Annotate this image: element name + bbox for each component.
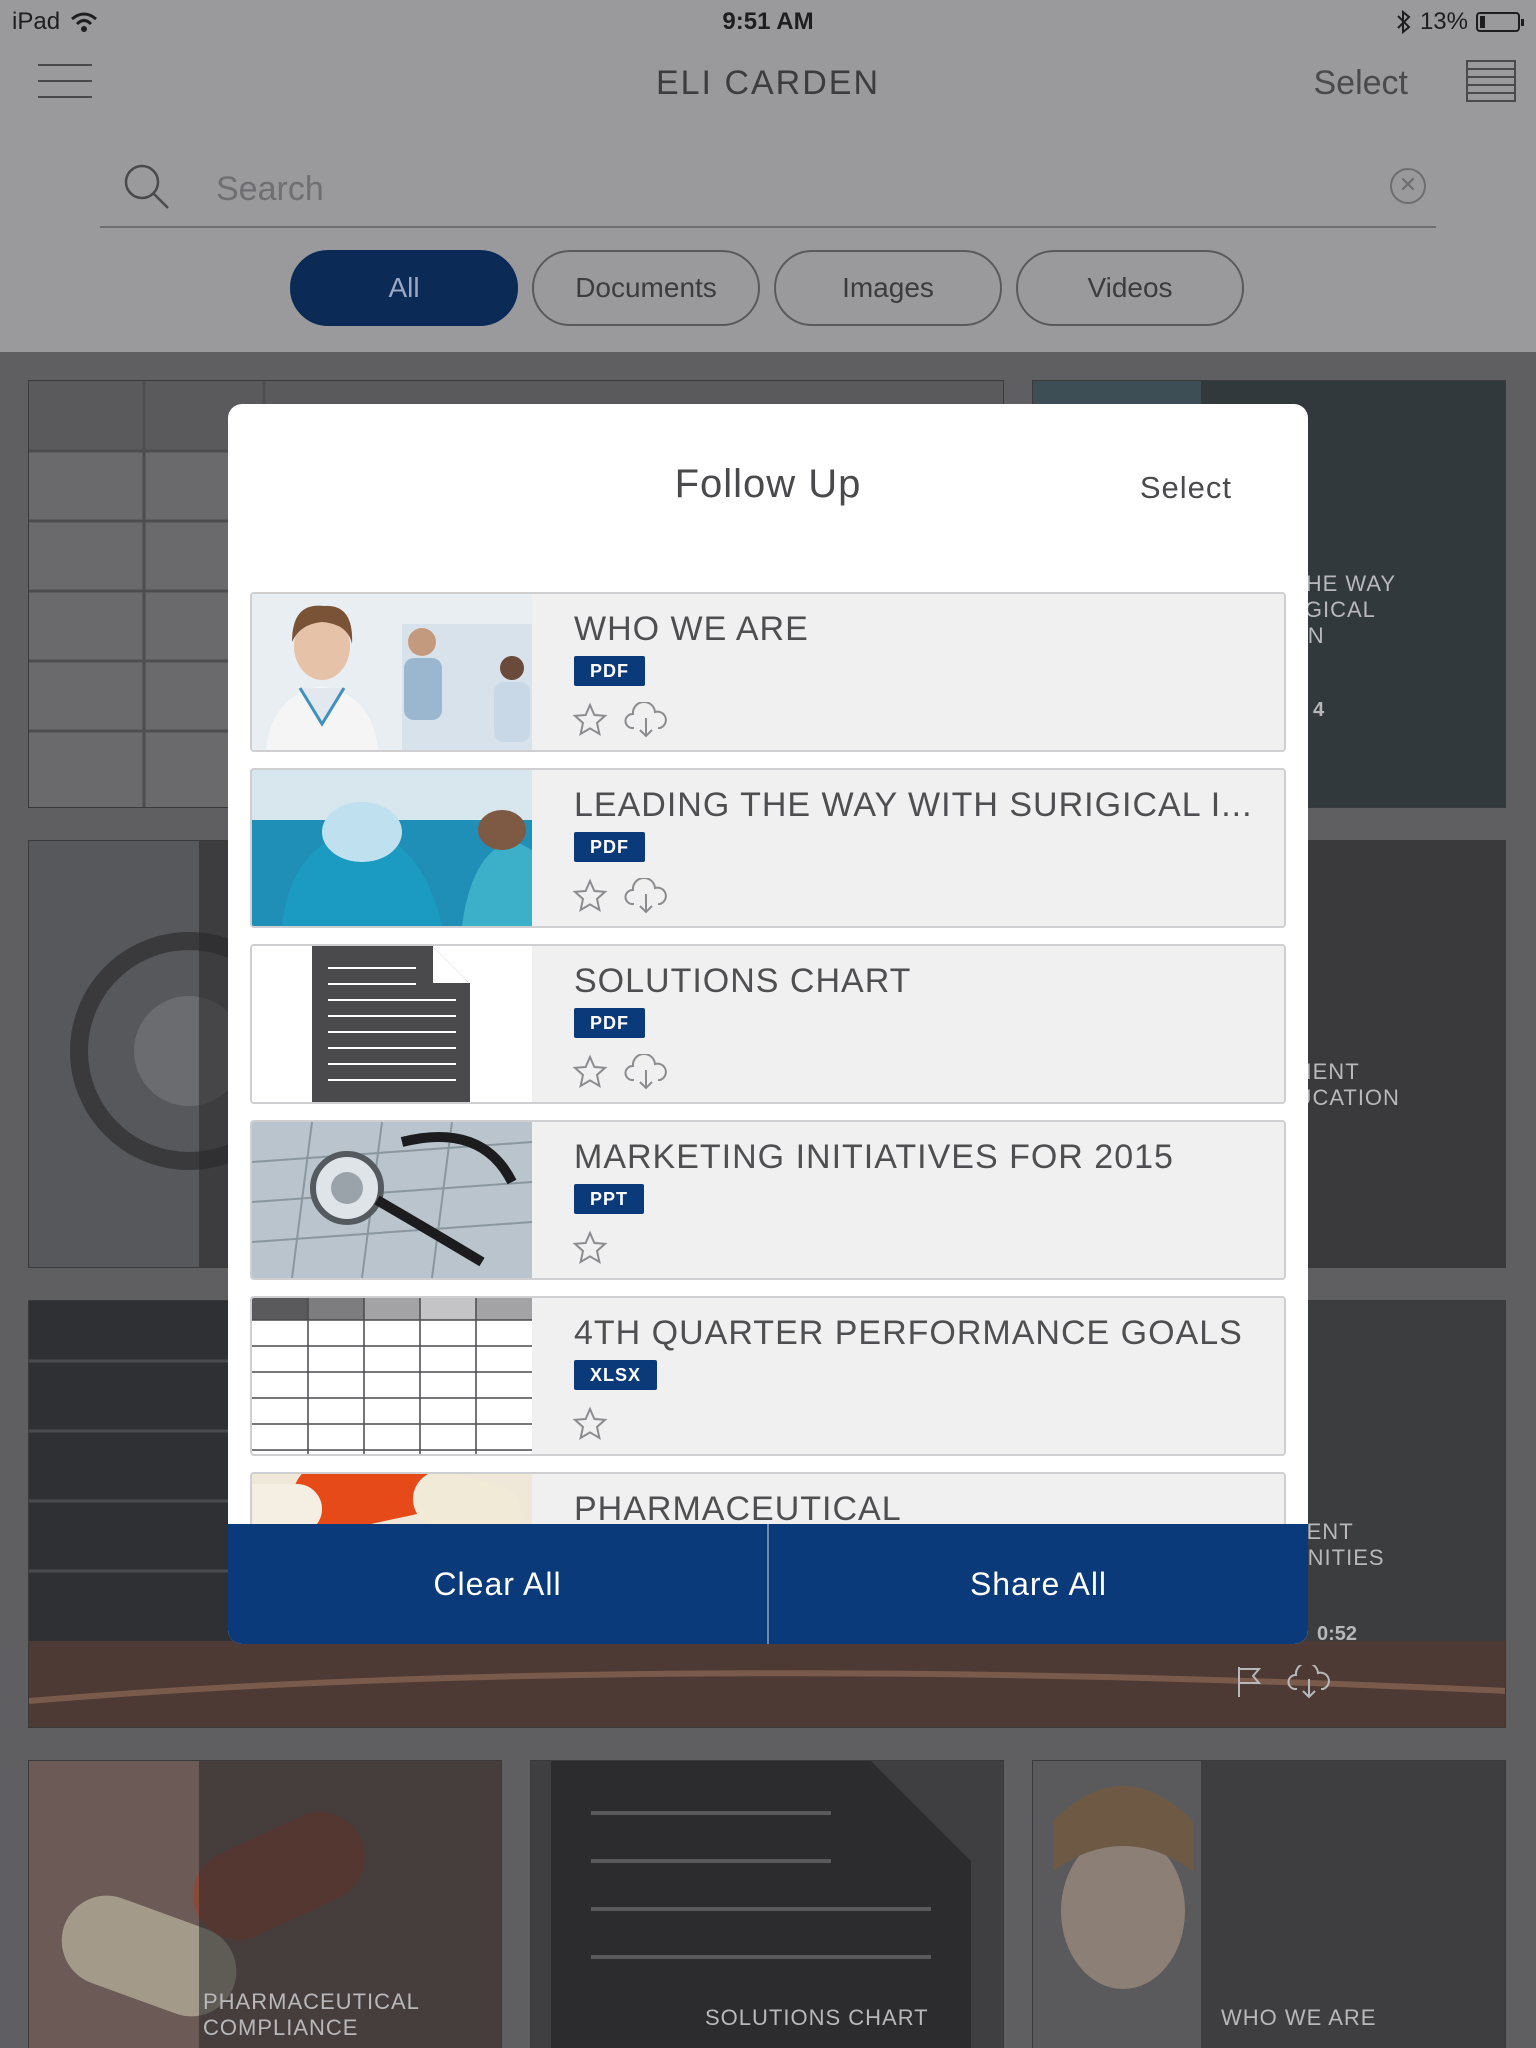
file-type-badge: PDF	[574, 832, 645, 862]
tile-label: PHARMACEUTICAL COMPLIANCE	[203, 1989, 420, 2040]
tile-pharmaceutical[interactable]: PHARMACEUTICAL COMPLIANCE	[28, 1760, 502, 2048]
list-item[interactable]: MARKETING INITIATIVES FOR 2015 PPT	[250, 1120, 1286, 1280]
page-title: ELI CARDEN	[655, 64, 881, 102]
file-type-badge: PPT	[574, 1184, 645, 1214]
modal-footer: Clear All Share All	[228, 1524, 1308, 1644]
list-item[interactable]: PHARMACEUTICAL	[250, 1472, 1286, 1526]
share-all-button[interactable]: Share All	[769, 1524, 1308, 1644]
star-icon[interactable]	[572, 1406, 608, 1442]
bluetooth-icon	[1397, 9, 1411, 35]
tile-label: SOLUTIONS CHART	[705, 2005, 929, 2030]
list-item[interactable]: SOLUTIONS CHART PDF	[250, 944, 1286, 1104]
stethoscope-thumbnail	[252, 1122, 532, 1278]
search-input[interactable]	[216, 164, 1316, 214]
download-icon[interactable]	[1287, 1665, 1331, 1699]
follow-up-modal: Follow Up Select WHO WE ARE PDF LEADING …	[228, 404, 1308, 1644]
file-type-badge: XLSX	[574, 1360, 658, 1390]
surgery-thumbnail	[252, 770, 532, 926]
file-type-badge: PDF	[574, 1008, 645, 1038]
pills-thumbnail	[252, 1474, 532, 1526]
tile-solutions-chart[interactable]: SOLUTIONS CHART	[530, 1760, 1004, 2048]
document-title: PHARMACEUTICAL	[574, 1490, 902, 1526]
file-type-badge: PDF	[574, 656, 645, 686]
modal-select-button[interactable]: Select	[1140, 470, 1232, 506]
star-icon[interactable]	[572, 1230, 608, 1266]
list-view-icon[interactable]	[1466, 60, 1516, 102]
clear-all-button[interactable]: Clear All	[228, 1524, 767, 1644]
video-duration: 0:52	[1317, 1623, 1358, 1645]
filter-videos[interactable]: Videos	[1016, 250, 1244, 326]
filter-images[interactable]: Images	[774, 250, 1002, 326]
search-icon	[124, 164, 169, 209]
filter-all[interactable]: All	[290, 250, 518, 326]
list-item[interactable]: WHO WE ARE PDF	[250, 592, 1286, 752]
tile-label: WHO WE ARE	[1221, 2005, 1377, 2030]
download-cloud-icon[interactable]	[624, 1054, 668, 1090]
filter-tabs: All Documents Images Videos	[290, 250, 1244, 326]
document-title: WHO WE ARE	[574, 610, 809, 648]
document-title: SOLUTIONS CHART	[574, 962, 912, 1000]
star-icon[interactable]	[572, 1054, 608, 1090]
header-select-button[interactable]: Select	[1314, 64, 1409, 103]
battery-icon	[1476, 12, 1524, 32]
download-cloud-icon[interactable]	[624, 702, 668, 738]
battery-percent: 13%	[1419, 8, 1468, 35]
navigation-bar: ELI CARDEN Select ✕ All Documents Images…	[0, 42, 1536, 352]
document-thumbnail	[252, 946, 532, 1102]
flag-icon[interactable]	[1235, 1665, 1265, 1699]
document-title: LEADING THE WAY WITH SURIGICAL I...	[574, 786, 1253, 824]
follow-up-list[interactable]: WHO WE ARE PDF LEADING THE WAY WITH SURI…	[250, 592, 1286, 1526]
spreadsheet-thumbnail	[252, 1298, 532, 1454]
filter-documents[interactable]: Documents	[532, 250, 760, 326]
list-item[interactable]: 4TH QUARTER PERFORMANCE GOALS XLSX	[250, 1296, 1286, 1456]
status-bar: iPad 9:51 AM 13%	[0, 0, 1536, 42]
document-title: 4TH QUARTER PERFORMANCE GOALS	[574, 1314, 1243, 1352]
search-bar: ✕	[100, 150, 1436, 228]
document-title: MARKETING INITIATIVES FOR 2015	[574, 1138, 1174, 1176]
clear-search-icon[interactable]: ✕	[1390, 168, 1426, 204]
clock: 9:51 AM	[722, 8, 814, 35]
download-cloud-icon[interactable]	[624, 878, 668, 914]
list-item[interactable]: LEADING THE WAY WITH SURIGICAL I... PDF	[250, 768, 1286, 928]
star-icon[interactable]	[572, 702, 608, 738]
star-icon[interactable]	[572, 878, 608, 914]
doctor-thumbnail	[252, 594, 532, 750]
tile-who-we-are[interactable]: WHO WE ARE	[1032, 1760, 1506, 2048]
tile-page-count: 4	[1313, 699, 1325, 721]
